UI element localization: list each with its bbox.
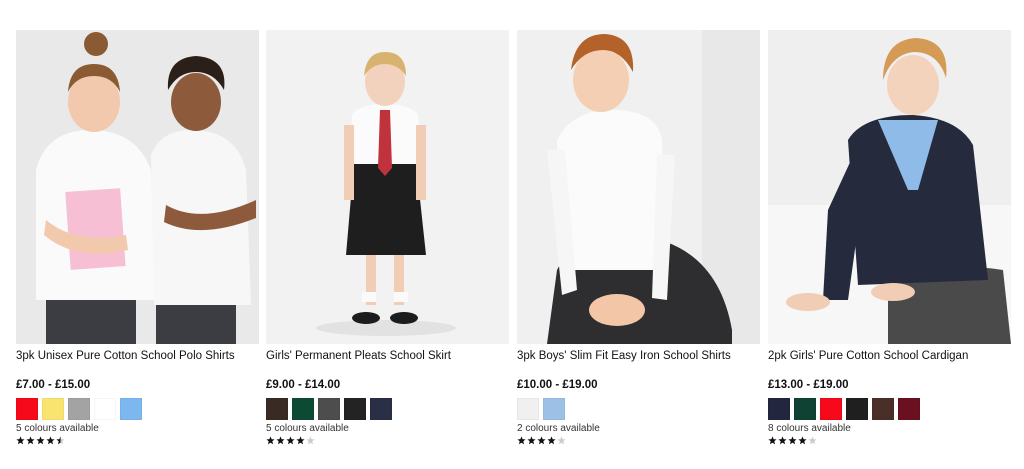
rating-stars [517, 436, 760, 447]
colour-swatch[interactable] [68, 398, 90, 420]
colour-swatch[interactable] [266, 398, 288, 420]
star-icon [808, 436, 817, 445]
star-icon [768, 436, 777, 445]
product-price: £13.00 - £19.00 [768, 379, 849, 391]
colour-swatch[interactable] [94, 398, 116, 420]
star-icon [557, 436, 566, 445]
colours-available: 5 colours available [266, 423, 349, 434]
product-image[interactable] [768, 30, 1011, 344]
colour-swatch[interactable] [292, 398, 314, 420]
product-price: £9.00 - £14.00 [266, 379, 341, 391]
star-icon [46, 436, 55, 445]
star-icon [306, 436, 315, 445]
product-price: £10.00 - £19.00 [517, 379, 598, 391]
rating-stars [266, 436, 509, 447]
star-icon [286, 436, 295, 445]
product-card[interactable]: 2pk Girls' Pure Cotton School Cardigan £… [768, 30, 1011, 447]
product-card[interactable]: 3pk Unisex Pure Cotton School Polo Shirt… [16, 30, 259, 447]
colour-swatch[interactable] [543, 398, 565, 420]
star-icon [527, 436, 536, 445]
colours-available: 5 colours available [16, 423, 99, 434]
school-shirts-photo-icon [517, 30, 760, 344]
colour-swatch[interactable] [872, 398, 894, 420]
colour-swatch[interactable] [820, 398, 842, 420]
colour-swatch[interactable] [794, 398, 816, 420]
product-grid: 3pk Unisex Pure Cotton School Polo Shirt… [16, 30, 1011, 460]
star-icon [56, 436, 65, 445]
star-icon [547, 436, 556, 445]
colour-swatches [16, 398, 259, 420]
colour-swatch[interactable] [42, 398, 64, 420]
product-title[interactable]: 3pk Unisex Pure Cotton School Polo Shirt… [16, 349, 259, 363]
star-icon [517, 436, 526, 445]
product-image[interactable] [16, 30, 259, 344]
colour-swatches [768, 398, 1011, 420]
product-card[interactable]: 3pk Boys' Slim Fit Easy Iron School Shir… [517, 30, 760, 447]
school-polo-shirts-photo-icon [16, 30, 259, 344]
star-icon [296, 436, 305, 445]
product-image[interactable] [266, 30, 509, 344]
colour-swatch[interactable] [517, 398, 539, 420]
colour-swatch[interactable] [370, 398, 392, 420]
colour-swatch[interactable] [846, 398, 868, 420]
colour-swatch[interactable] [768, 398, 790, 420]
colour-swatch[interactable] [318, 398, 340, 420]
rating-stars [768, 436, 1011, 447]
product-image[interactable] [517, 30, 760, 344]
colour-swatch[interactable] [898, 398, 920, 420]
colours-available: 8 colours available [768, 423, 851, 434]
product-card[interactable]: Girls' Permanent Pleats School Skirt £9.… [266, 30, 509, 447]
product-title[interactable]: 3pk Boys' Slim Fit Easy Iron School Shir… [517, 349, 760, 363]
star-icon [778, 436, 787, 445]
product-title[interactable]: Girls' Permanent Pleats School Skirt [266, 349, 509, 363]
colour-swatch[interactable] [120, 398, 142, 420]
school-skirt-photo-icon [266, 30, 509, 344]
colour-swatch[interactable] [16, 398, 38, 420]
school-cardigan-photo-icon [768, 30, 1011, 344]
product-title[interactable]: 2pk Girls' Pure Cotton School Cardigan [768, 349, 1011, 363]
star-icon [537, 436, 546, 445]
star-icon [788, 436, 797, 445]
colours-available: 2 colours available [517, 423, 600, 434]
star-icon [266, 436, 275, 445]
rating-stars [16, 436, 259, 447]
colour-swatch[interactable] [344, 398, 366, 420]
star-icon [276, 436, 285, 445]
star-icon [16, 436, 25, 445]
star-icon [798, 436, 807, 445]
star-icon [36, 436, 45, 445]
colour-swatches [517, 398, 760, 420]
product-price: £7.00 - £15.00 [16, 379, 91, 391]
colour-swatches [266, 398, 509, 420]
star-icon [26, 436, 35, 445]
